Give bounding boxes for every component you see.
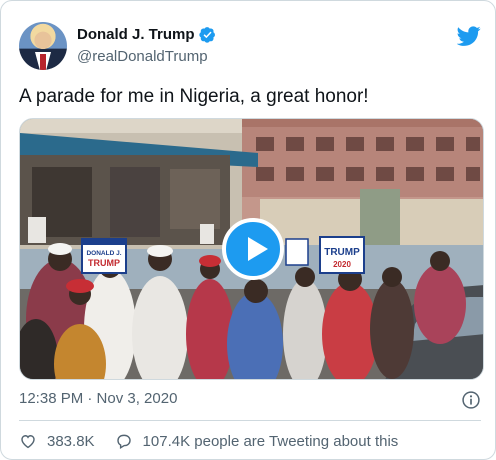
tweet-actions: 383.8K 107.4K people are Tweeting about …: [19, 431, 398, 451]
tweet-card: Donald J. Trump @realDonaldTrump A parad…: [0, 0, 496, 460]
info-icon[interactable]: [461, 390, 481, 410]
like-count: 383.8K: [47, 432, 95, 450]
author-name[interactable]: Donald J. Trump: [77, 26, 195, 43]
conversation-link[interactable]: 107.4K people are Tweeting about this: [115, 432, 399, 450]
divider: [19, 420, 481, 421]
heart-icon: [21, 435, 35, 449]
svg-text:TRUMP: TRUMP: [88, 258, 120, 268]
tweet-timestamp[interactable]: 12:38 PM · Nov 3, 2020: [19, 390, 177, 407]
svg-text:DONALD J.: DONALD J.: [86, 250, 121, 257]
svg-text:TRUMP: TRUMP: [324, 247, 360, 258]
twitter-bird-icon[interactable]: [457, 24, 481, 48]
reply-bubble-icon: [116, 434, 131, 450]
tweet-meta: 12:38 PM · Nov 3, 2020: [19, 390, 481, 410]
video-player[interactable]: DONALD J. TRUMP TRUMP 2020: [19, 118, 484, 380]
avatar-tie: [40, 54, 46, 70]
avatar[interactable]: [19, 22, 67, 70]
play-button[interactable]: [222, 218, 284, 280]
tweet-header: Donald J. Trump @realDonaldTrump: [19, 20, 481, 74]
svg-text:2020: 2020: [333, 260, 351, 269]
conversation-text: 107.4K people are Tweeting about this: [142, 432, 399, 450]
author-name-row[interactable]: Donald J. Trump: [77, 26, 216, 43]
sign-trump-2020: TRUMP 2020: [319, 236, 365, 274]
verified-badge-icon: [198, 27, 215, 43]
like-button[interactable]: 383.8K: [19, 432, 95, 450]
sign-donald-trump: DONALD J. TRUMP: [81, 238, 127, 274]
tweet-text: A parade for me in Nigeria, a great hono…: [19, 86, 369, 107]
author-handle[interactable]: @realDonaldTrump: [77, 48, 208, 65]
